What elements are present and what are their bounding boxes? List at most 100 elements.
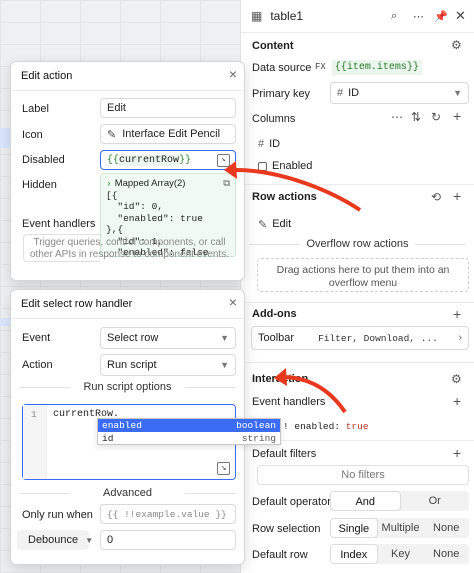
data-source-label: Data source: [252, 62, 312, 74]
reorder-icon[interactable]: ⇅: [411, 110, 421, 124]
row-selection-label: Row selection: [252, 523, 321, 535]
operator-and-option[interactable]: And: [330, 491, 401, 511]
row-selection-multiple[interactable]: Multiple: [378, 518, 424, 538]
row-selection-none[interactable]: None: [423, 518, 469, 538]
action-label: Action: [22, 359, 53, 371]
columns-label: Columns: [252, 113, 296, 125]
chevron-right-icon: ›: [458, 332, 462, 344]
fx-badge: FX: [315, 62, 326, 72]
add-icon[interactable]: +: [453, 306, 461, 322]
pin-icon[interactable]: 📌: [434, 10, 448, 23]
line-number: 1: [31, 409, 37, 420]
primary-key-value: ID: [348, 87, 360, 99]
preview-line: [{: [106, 189, 118, 201]
debounce-text: Debounce: [28, 534, 79, 546]
default-row-toggle[interactable]: Index Key None: [330, 544, 469, 564]
event-handlers-hint: Trigger queries, control components, or …: [29, 237, 229, 260]
row-selection-toggle[interactable]: Single Multiple None: [330, 518, 469, 538]
row-selection-single[interactable]: Single: [330, 518, 378, 538]
addons-title: Add-ons: [252, 308, 297, 320]
refresh-icon[interactable]: ↻: [431, 110, 441, 124]
add-icon[interactable]: +: [453, 188, 461, 204]
divider: [241, 32, 474, 33]
more-icon[interactable]: ⋯: [391, 110, 403, 124]
hash-icon: #: [337, 87, 344, 99]
default-operator-label: Default operator: [252, 496, 331, 508]
only-run-when-input[interactable]: {{ !!example.value }}: [100, 504, 236, 524]
close-icon[interactable]: ✕: [455, 8, 466, 24]
autocomplete-item[interactable]: enabled boolean: [98, 419, 280, 432]
toolbar-value: Filter, Download, ...: [318, 332, 438, 344]
icon-select[interactable]: ✎ Interface Edit Pencil: [100, 124, 236, 144]
chevron-down-icon: ▼: [85, 536, 94, 545]
link-icon[interactable]: ⟲: [431, 190, 441, 204]
more-icon[interactable]: ⋯: [413, 10, 424, 23]
add-icon[interactable]: +: [453, 445, 461, 461]
checkbox-icon: [258, 161, 267, 171]
inspector-header: ▦ table1 ⌕ ⋯ 📌 ✕: [241, 6, 474, 26]
column-item[interactable]: # ID: [241, 136, 474, 152]
action-select[interactable]: Run script ▼: [100, 354, 236, 376]
divider: [241, 302, 474, 303]
overflow-drop-zone[interactable]: Drag actions here to put them into an ov…: [257, 258, 469, 292]
event-select[interactable]: Select row ▼: [100, 327, 236, 349]
pencil-icon: ✎: [258, 218, 268, 231]
disabled-code-input[interactable]: {{currentRow}} ↘: [100, 150, 236, 170]
copy-icon[interactable]: ⧉: [223, 178, 230, 190]
settings-icon[interactable]: ⚙: [451, 38, 462, 52]
close-icon[interactable]: ×: [229, 294, 237, 310]
default-row-key[interactable]: Key: [378, 544, 424, 564]
row-action-item[interactable]: ✎ Edit: [241, 216, 474, 232]
settings-icon[interactable]: ⚙: [451, 372, 462, 386]
data-source-input[interactable]: FX {{item.items}}: [315, 57, 469, 77]
autocomplete-list: enabled boolean id string: [97, 418, 281, 445]
event-handlers-label: Event handlers: [22, 218, 96, 230]
primary-key-select[interactable]: # ID ▼: [330, 82, 469, 104]
label-input[interactable]: Edit: [100, 98, 236, 118]
content-section-title: Content: [252, 40, 294, 52]
row-action-label: Edit: [272, 218, 292, 230]
chevron-down-icon: ▼: [220, 360, 229, 370]
event-handler-preview[interactable]: ! enabled: true: [283, 421, 369, 432]
add-icon[interactable]: +: [453, 108, 461, 124]
chevron-right-icon: ›: [106, 178, 112, 189]
suggestion-type: string: [241, 433, 276, 444]
event-value: Select row: [107, 332, 159, 344]
debounce-input[interactable]: 0: [100, 530, 236, 550]
preview-title: Mapped Array(2): [114, 178, 186, 189]
run-script-options-title: Run script options: [11, 381, 244, 393]
disabled-field-label: Disabled: [22, 154, 65, 166]
chevron-down-icon: ▼: [220, 333, 229, 343]
column-item[interactable]: Enabled: [241, 158, 474, 174]
default-row-none[interactable]: None: [423, 544, 469, 564]
enabled-value: true: [345, 421, 369, 432]
expand-editor-icon[interactable]: ↘: [217, 154, 230, 167]
default-operator-toggle[interactable]: And Or: [330, 491, 469, 511]
icon-value: Interface Edit Pencil: [122, 128, 221, 140]
divider: [11, 90, 244, 91]
table-icon: ▦: [251, 9, 263, 23]
add-icon[interactable]: +: [453, 393, 461, 409]
close-icon[interactable]: ×: [229, 66, 237, 82]
toolbar-addon[interactable]: Toolbar Filter, Download, ... ›: [251, 326, 469, 350]
advanced-title: Advanced: [11, 487, 244, 499]
event-label: Event: [22, 332, 51, 344]
debounce-value: 0: [107, 534, 114, 546]
operator-or-option[interactable]: Or: [401, 491, 470, 511]
divider: [11, 318, 244, 319]
default-row-index[interactable]: Index: [330, 544, 378, 564]
column-name: ID: [269, 138, 281, 150]
icon-field-label: Icon: [22, 129, 43, 141]
autocomplete-item[interactable]: id string: [98, 432, 280, 445]
row-actions-title: Row actions: [252, 191, 317, 203]
hidden-field-label: Hidden: [22, 179, 57, 191]
search-icon[interactable]: ⌕: [391, 10, 397, 23]
action-value: Run script: [107, 359, 157, 371]
suggestion-name: id: [102, 433, 114, 444]
event-handlers-label: Event handlers: [252, 396, 326, 408]
hash-icon: #: [258, 138, 265, 150]
component-name[interactable]: table1: [270, 9, 303, 23]
expand-editor-icon[interactable]: ↘: [217, 462, 230, 475]
debounce-label[interactable]: Debounce ▼: [28, 534, 93, 546]
divider: [241, 362, 474, 363]
